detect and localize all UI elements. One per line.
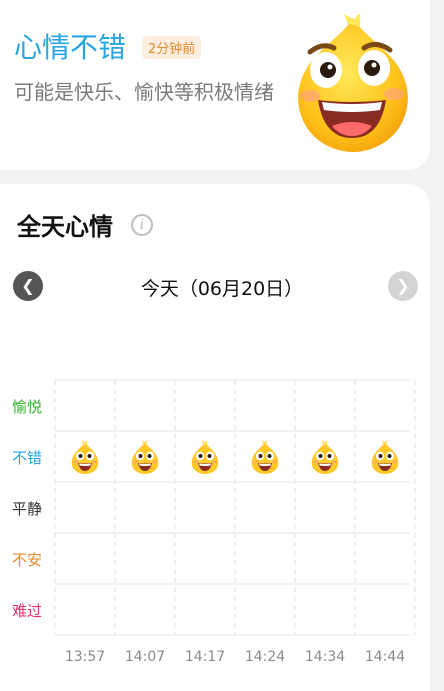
time-tick-label: 14:44 — [364, 649, 406, 665]
mood-face-icon — [69, 439, 101, 474]
chevron-right-icon: ❯ — [396, 276, 410, 295]
time-tick-label: 13:57 — [64, 649, 106, 665]
mood-face-icon — [369, 439, 401, 474]
mood-face-icon — [129, 439, 161, 474]
current-mood-card: 心情不错 2分钟前 可能是快乐、愉快等积极情绪 — [0, 0, 430, 170]
time-tick-label: 14:24 — [244, 649, 286, 665]
mood-face-icon — [309, 439, 341, 474]
current-mood-title: 心情不错 — [14, 31, 127, 64]
time-ago-badge: 2分钟前 — [142, 36, 202, 59]
mood-face-icon — [249, 439, 281, 474]
time-tick-label: 14:17 — [184, 649, 226, 665]
happy-face-icon — [298, 14, 408, 152]
mood-level-label: 愉悦 — [12, 398, 43, 416]
mood-level-label: 平静 — [12, 500, 43, 518]
mood-level-label: 不安 — [12, 551, 43, 569]
daily-mood-card — [0, 184, 430, 691]
time-tick-label: 14:07 — [124, 649, 166, 665]
info-icon[interactable]: i — [131, 214, 153, 236]
time-tick-label: 14:34 — [304, 649, 346, 665]
mood-level-label: 难过 — [12, 602, 43, 620]
date-label: 今天（06月20日） — [140, 278, 304, 300]
section-title: 全天心情 — [17, 213, 113, 241]
next-day-button[interactable]: ❯ — [388, 271, 418, 301]
mood-level-label: 不错 — [12, 449, 43, 467]
mood-description: 可能是快乐、愉快等积极情绪 — [14, 80, 274, 104]
mood-face-icon — [189, 439, 221, 474]
